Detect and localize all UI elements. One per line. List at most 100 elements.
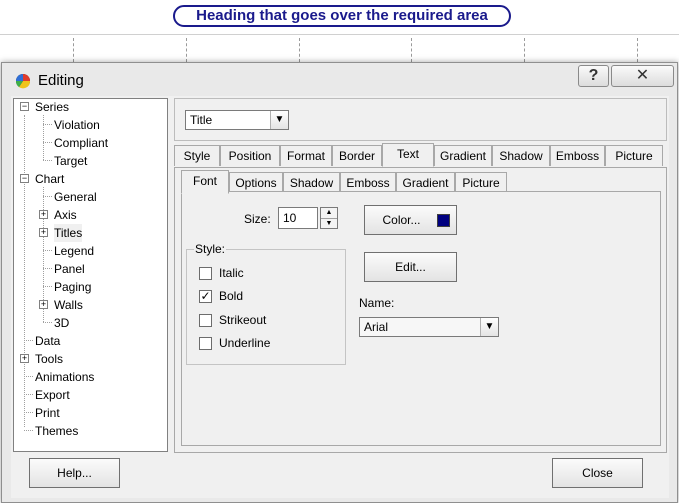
- tree-item-print[interactable]: Print: [35, 404, 60, 422]
- tree-item-general[interactable]: General: [54, 188, 97, 206]
- title-combo-value: Title: [190, 113, 213, 127]
- tree-line: [43, 250, 52, 251]
- tree-item-tools[interactable]: Tools: [35, 350, 63, 368]
- color-swatch: [437, 214, 450, 227]
- bold-checkbox[interactable]: ✓: [199, 290, 212, 303]
- tree-item-themes[interactable]: Themes: [35, 422, 78, 440]
- collapse-icon[interactable]: −: [20, 174, 29, 183]
- collapse-icon[interactable]: −: [20, 102, 29, 111]
- tree-line: [24, 412, 33, 413]
- close-titlebar-button[interactable]: ✕: [611, 65, 674, 87]
- title-selector-strip: Title ▼: [174, 98, 667, 141]
- chart-divider: [0, 34, 679, 35]
- tree-line: [24, 115, 25, 427]
- tree-item-target[interactable]: Target: [54, 152, 87, 170]
- title-bar: Editing ? ✕: [2, 63, 677, 97]
- tree-line: [43, 196, 52, 197]
- tree-item-data[interactable]: Data: [35, 332, 60, 350]
- tab-picture[interactable]: Picture: [605, 145, 663, 166]
- tree-line: [43, 286, 52, 287]
- tree-item-chart[interactable]: Chart: [35, 170, 64, 188]
- tree-item-export[interactable]: Export: [35, 386, 70, 404]
- tree-line: [24, 376, 33, 377]
- close-button[interactable]: Close: [552, 458, 643, 488]
- tab-text[interactable]: Text: [382, 143, 434, 167]
- editing-dialog: Editing ? ✕ − − + + + + Series Violation…: [1, 62, 678, 503]
- italic-checkbox[interactable]: [199, 267, 212, 280]
- italic-label[interactable]: Italic: [219, 266, 244, 280]
- tab-inner-shadow[interactable]: Shadow: [283, 172, 340, 193]
- chevron-down-icon[interactable]: ▼: [270, 111, 288, 129]
- tree-item-titles[interactable]: Titles: [54, 224, 83, 242]
- tree-item-3d[interactable]: 3D: [54, 314, 69, 332]
- grid-tick: [637, 38, 639, 62]
- tree-line: [24, 430, 33, 431]
- tree-line: [24, 394, 33, 395]
- tab-format[interactable]: Format: [280, 145, 332, 166]
- underline-checkbox[interactable]: [199, 337, 212, 350]
- tree-line: [24, 340, 33, 341]
- tree-line: [43, 268, 52, 269]
- check-icon: ✓: [200, 289, 211, 303]
- question-icon: ?: [588, 67, 599, 84]
- tab-gradient[interactable]: Gradient: [434, 145, 492, 166]
- size-value: 10: [283, 211, 297, 225]
- expand-icon[interactable]: +: [39, 228, 48, 237]
- tab-inner-emboss[interactable]: Emboss: [340, 172, 396, 193]
- tab-inner-gradient[interactable]: Gradient: [396, 172, 455, 193]
- tree-item-violation[interactable]: Violation: [54, 116, 100, 134]
- tree-item-axis[interactable]: Axis: [54, 206, 77, 224]
- app-icon: [15, 74, 31, 89]
- window-title: Editing: [38, 72, 84, 89]
- strikeout-checkbox[interactable]: [199, 314, 212, 327]
- help-titlebar-button[interactable]: ?: [578, 65, 609, 87]
- tree-item-panel[interactable]: Panel: [54, 260, 85, 278]
- spin-down-icon[interactable]: ▼: [321, 219, 337, 229]
- spin-up-icon[interactable]: ▲: [321, 208, 337, 219]
- bold-label[interactable]: Bold: [219, 289, 243, 303]
- size-input[interactable]: 10: [278, 207, 318, 229]
- dialog-client: − − + + + + Series Violation Compliant T…: [11, 96, 669, 498]
- editor-tree[interactable]: − − + + + + Series Violation Compliant T…: [13, 98, 168, 452]
- tab-position[interactable]: Position: [220, 145, 280, 166]
- tree-line: [43, 142, 52, 143]
- tab-inner-picture[interactable]: Picture: [455, 172, 507, 193]
- font-name-value: Arial: [364, 320, 389, 334]
- tree-item-series[interactable]: Series: [35, 98, 69, 116]
- tree-item-compliant[interactable]: Compliant: [54, 134, 108, 152]
- tab-font[interactable]: Font: [181, 170, 229, 194]
- tab-shadow[interactable]: Shadow: [492, 145, 550, 166]
- size-spinner[interactable]: ▲ ▼: [320, 207, 338, 229]
- grid-tick: [73, 38, 75, 62]
- grid-tick: [299, 38, 301, 62]
- expand-icon[interactable]: +: [39, 300, 48, 309]
- tree-item-legend[interactable]: Legend: [54, 242, 94, 260]
- close-icon: ✕: [635, 67, 650, 84]
- tab-style[interactable]: Style: [174, 145, 220, 166]
- tree-item-animations[interactable]: Animations: [35, 368, 94, 386]
- font-name-combo[interactable]: Arial ▼: [359, 317, 499, 337]
- tab-emboss[interactable]: Emboss: [550, 145, 605, 166]
- chevron-down-icon[interactable]: ▼: [480, 318, 498, 336]
- tree-item-walls[interactable]: Walls: [54, 296, 83, 314]
- edit-button[interactable]: Edit...: [364, 252, 457, 282]
- tree-line: [43, 160, 52, 161]
- expand-icon[interactable]: +: [20, 354, 29, 363]
- help-button[interactable]: Help...: [29, 458, 120, 488]
- tab-options[interactable]: Options: [229, 172, 283, 193]
- tree-item-paging[interactable]: Paging: [54, 278, 91, 296]
- name-label: Name:: [359, 296, 395, 310]
- grid-tick: [186, 38, 188, 62]
- tree-line: [43, 115, 44, 160]
- color-button[interactable]: Color...: [364, 205, 457, 235]
- grid-tick: [411, 38, 413, 62]
- underline-label[interactable]: Underline: [219, 336, 270, 350]
- tree-line: [43, 124, 52, 125]
- title-combo[interactable]: Title ▼: [185, 110, 289, 130]
- tab-border[interactable]: Border: [332, 145, 382, 166]
- strikeout-label[interactable]: Strikeout: [219, 313, 266, 327]
- tree-line: [43, 322, 52, 323]
- expand-icon[interactable]: +: [39, 210, 48, 219]
- style-group-label: Style:: [194, 242, 227, 256]
- size-label: Size:: [244, 212, 271, 226]
